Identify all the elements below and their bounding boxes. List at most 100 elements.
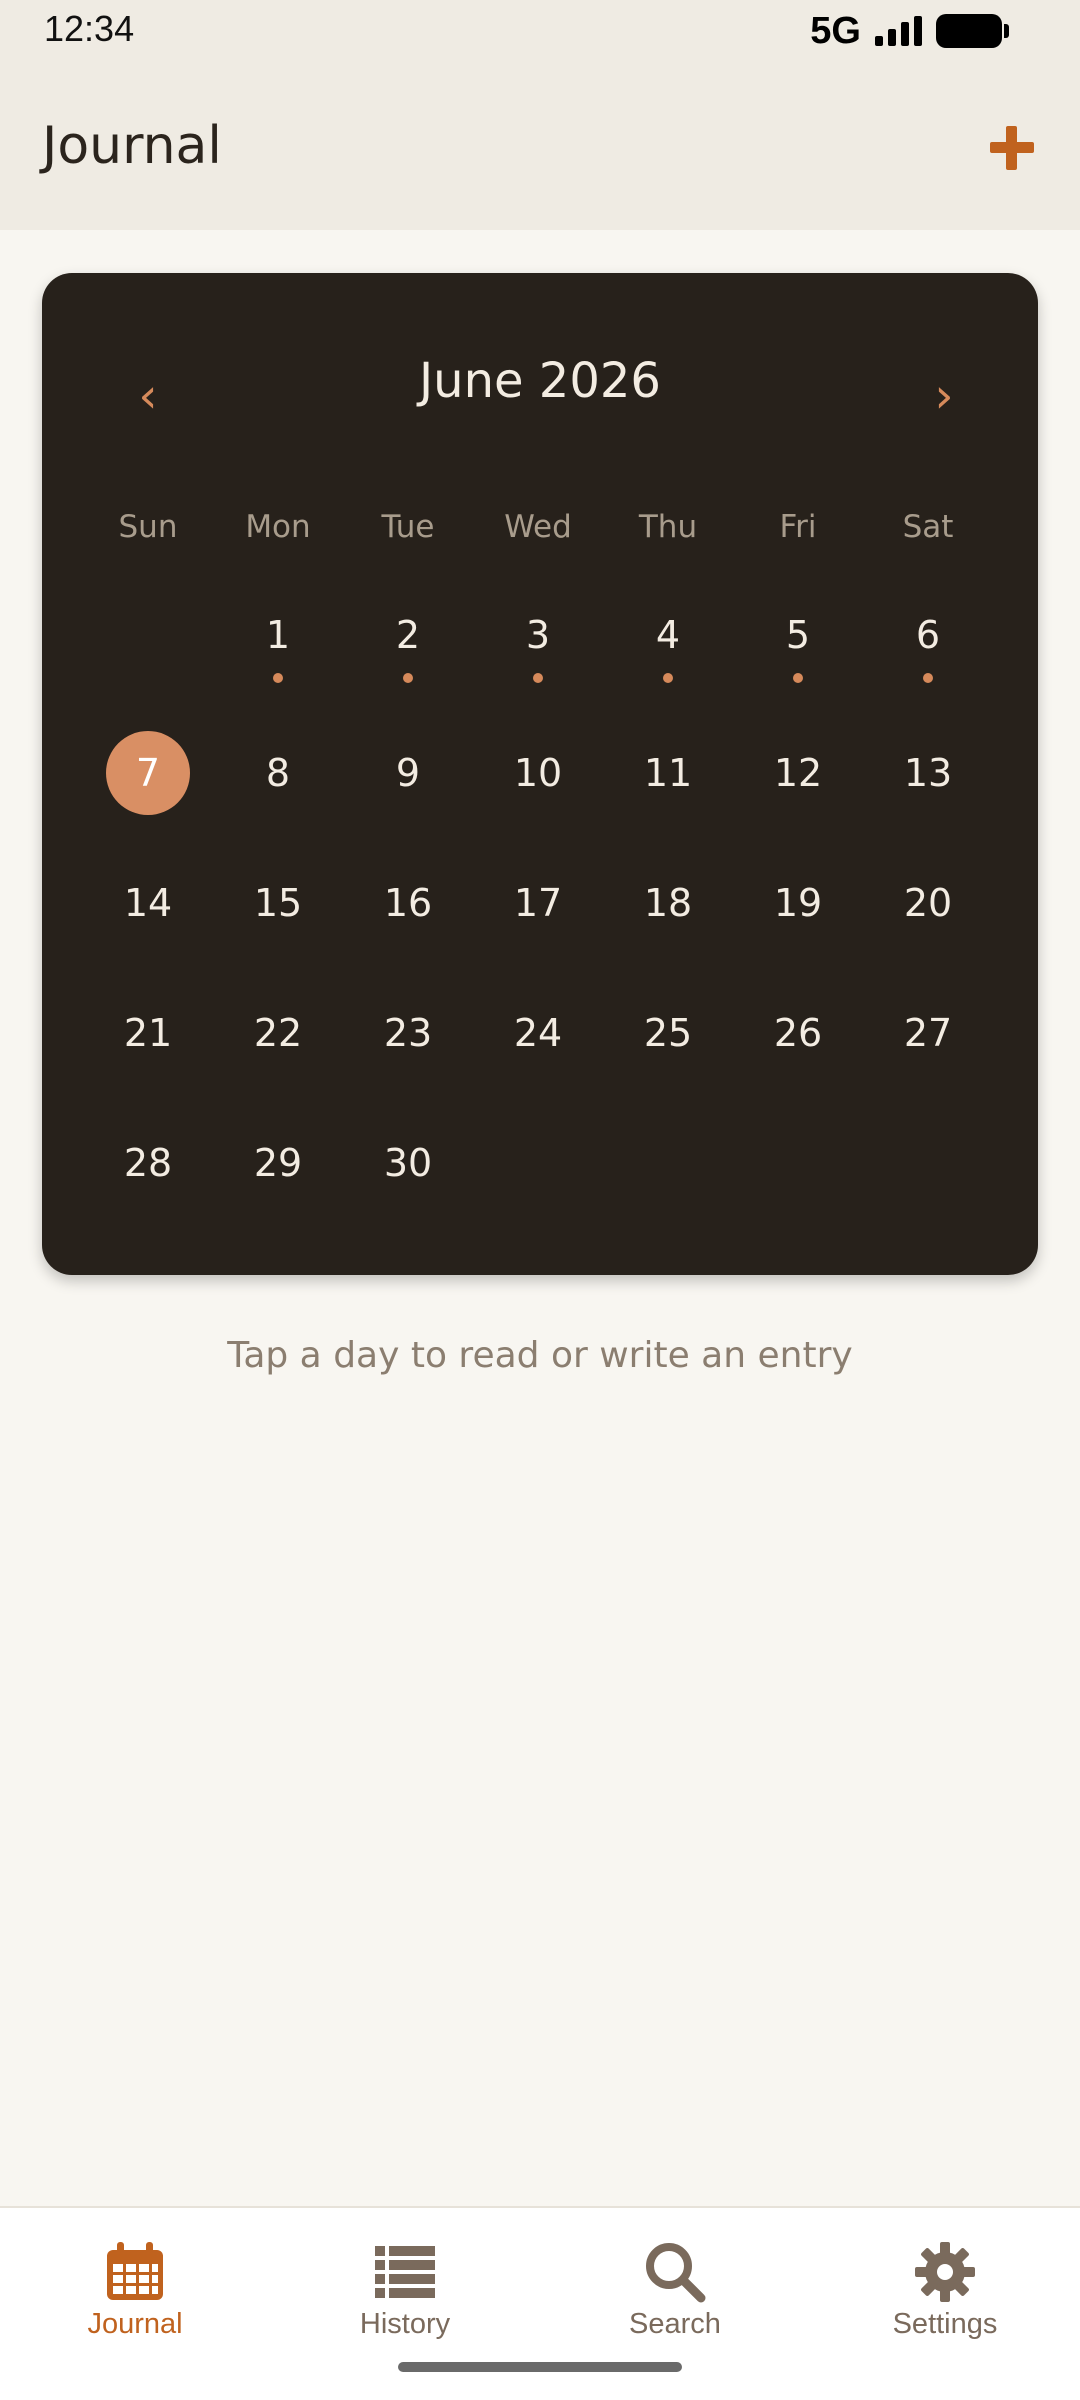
day-number: 29 <box>253 1141 303 1185</box>
plus-icon-stroke <box>1006 126 1017 170</box>
weekday-header: Sun Mon Tue Wed Thu Fri Sat <box>60 509 972 559</box>
hint-text: Tap a day to read or write an entry <box>227 1335 853 1376</box>
weekday-sat: Sat <box>902 509 954 545</box>
calendar-day[interactable]: 28 <box>98 1113 198 1213</box>
calendar-day[interactable]: 14 <box>98 853 198 953</box>
day-number: 15 <box>253 881 303 925</box>
calendar-day[interactable]: 1 <box>228 585 328 685</box>
weekday-mon: Mon <box>245 509 311 545</box>
nav-item-search[interactable]: Search <box>575 2230 775 2350</box>
list-icon <box>373 2240 437 2304</box>
weekday-thu: Thu <box>638 509 698 545</box>
calendar-day[interactable]: 30 <box>358 1113 458 1213</box>
weekday-tue: Tue <box>381 509 435 545</box>
gear-icon <box>913 2240 977 2304</box>
day-number: 27 <box>903 1011 953 1055</box>
weekday-sun: Sun <box>118 509 178 545</box>
day-number: 1 <box>265 613 291 657</box>
day-number: 30 <box>383 1141 433 1185</box>
status-indicators: 5G <box>810 9 1009 52</box>
status-bar: 12:34 5G <box>0 0 1080 60</box>
add-entry-button[interactable] <box>984 120 1040 176</box>
calendar-day-selected[interactable]: 7 <box>98 723 198 823</box>
calendar-day[interactable]: 19 <box>748 853 848 953</box>
calendar-day[interactable]: 8 <box>228 723 328 823</box>
day-number: 24 <box>513 1011 563 1055</box>
next-month-button[interactable]: › <box>914 366 974 426</box>
calendar-day[interactable]: 12 <box>748 723 848 823</box>
calendar-day[interactable]: 2 <box>358 585 458 685</box>
day-number: 23 <box>383 1011 433 1055</box>
nav-label: History <box>359 2308 451 2340</box>
search-icon <box>643 2240 707 2304</box>
day-number: 3 <box>525 613 551 657</box>
day-number: 13 <box>903 751 953 795</box>
day-number: 20 <box>903 881 953 925</box>
calendar-day[interactable]: 27 <box>878 983 978 1083</box>
weekday-wed: Wed <box>504 509 572 545</box>
calendar-day[interactable]: 5 <box>748 585 848 685</box>
home-indicator <box>398 2362 682 2372</box>
calendar-day[interactable]: 18 <box>618 853 718 953</box>
day-number: 14 <box>123 881 173 925</box>
day-number: 16 <box>383 881 433 925</box>
day-number: 2 <box>395 613 421 657</box>
day-number: 19 <box>773 881 823 925</box>
entry-indicator-dot <box>403 673 413 683</box>
app-bar: Journal <box>0 60 1080 230</box>
day-number: 21 <box>123 1011 173 1055</box>
day-number: 5 <box>785 613 811 657</box>
nav-label: Journal <box>87 2308 183 2340</box>
calendar-day[interactable]: 9 <box>358 723 458 823</box>
day-number: 25 <box>643 1011 693 1055</box>
entry-indicator-dot <box>793 673 803 683</box>
calendar-day[interactable]: 15 <box>228 853 328 953</box>
calendar-card: ‹ June 2026 › Sun Mon Tue Wed Thu Fri Sat 1234… <box>42 273 1038 1275</box>
calendar-day[interactable]: 6 <box>878 585 978 685</box>
nav-label: Settings <box>892 2308 998 2340</box>
calendar-day[interactable]: 10 <box>488 723 588 823</box>
day-number: 10 <box>513 751 563 795</box>
nav-label: Search <box>629 2308 721 2340</box>
day-number: 11 <box>643 751 693 795</box>
calendar-day[interactable]: 20 <box>878 853 978 953</box>
day-number: 7 <box>106 731 190 815</box>
signal-icon <box>875 16 922 46</box>
calendar-day[interactable]: 11 <box>618 723 718 823</box>
calendar-day[interactable]: 29 <box>228 1113 328 1213</box>
nav-item-journal[interactable]: Journal <box>35 2230 235 2350</box>
calendar-day[interactable]: 26 <box>748 983 848 1083</box>
day-number: 4 <box>655 613 681 657</box>
calendar-day[interactable]: 21 <box>98 983 198 1083</box>
day-number: 26 <box>773 1011 823 1055</box>
day-number: 9 <box>395 751 421 795</box>
calendar-day[interactable]: 24 <box>488 983 588 1083</box>
calendar-day[interactable]: 17 <box>488 853 588 953</box>
status-time: 12:34 <box>44 8 135 49</box>
entry-indicator-dot <box>923 673 933 683</box>
calendar-day[interactable]: 4 <box>618 585 718 685</box>
calendar-day[interactable]: 23 <box>358 983 458 1083</box>
calendar-day[interactable]: 22 <box>228 983 328 1083</box>
day-number: 28 <box>123 1141 173 1185</box>
month-title: June 2026 <box>419 353 661 409</box>
nav-item-settings[interactable]: Settings <box>845 2230 1045 2350</box>
day-number: 22 <box>253 1011 303 1055</box>
network-type: 5G <box>810 9 861 52</box>
entry-indicator-dot <box>533 673 543 683</box>
calendar-day[interactable]: 16 <box>358 853 458 953</box>
entry-indicator-dot <box>663 673 673 683</box>
weekday-fri: Fri <box>779 509 817 545</box>
day-number: 8 <box>265 751 291 795</box>
entry-indicator-dot <box>273 673 283 683</box>
day-number: 18 <box>643 881 693 925</box>
calendar-icon <box>103 2240 167 2304</box>
day-number: 17 <box>513 881 563 925</box>
page-title: Journal <box>42 116 222 176</box>
calendar-day[interactable]: 13 <box>878 723 978 823</box>
calendar-day[interactable]: 25 <box>618 983 718 1083</box>
day-number: 12 <box>773 751 823 795</box>
nav-item-history[interactable]: History <box>305 2230 505 2350</box>
calendar-day[interactable]: 3 <box>488 585 588 685</box>
battery-icon <box>936 14 1009 48</box>
